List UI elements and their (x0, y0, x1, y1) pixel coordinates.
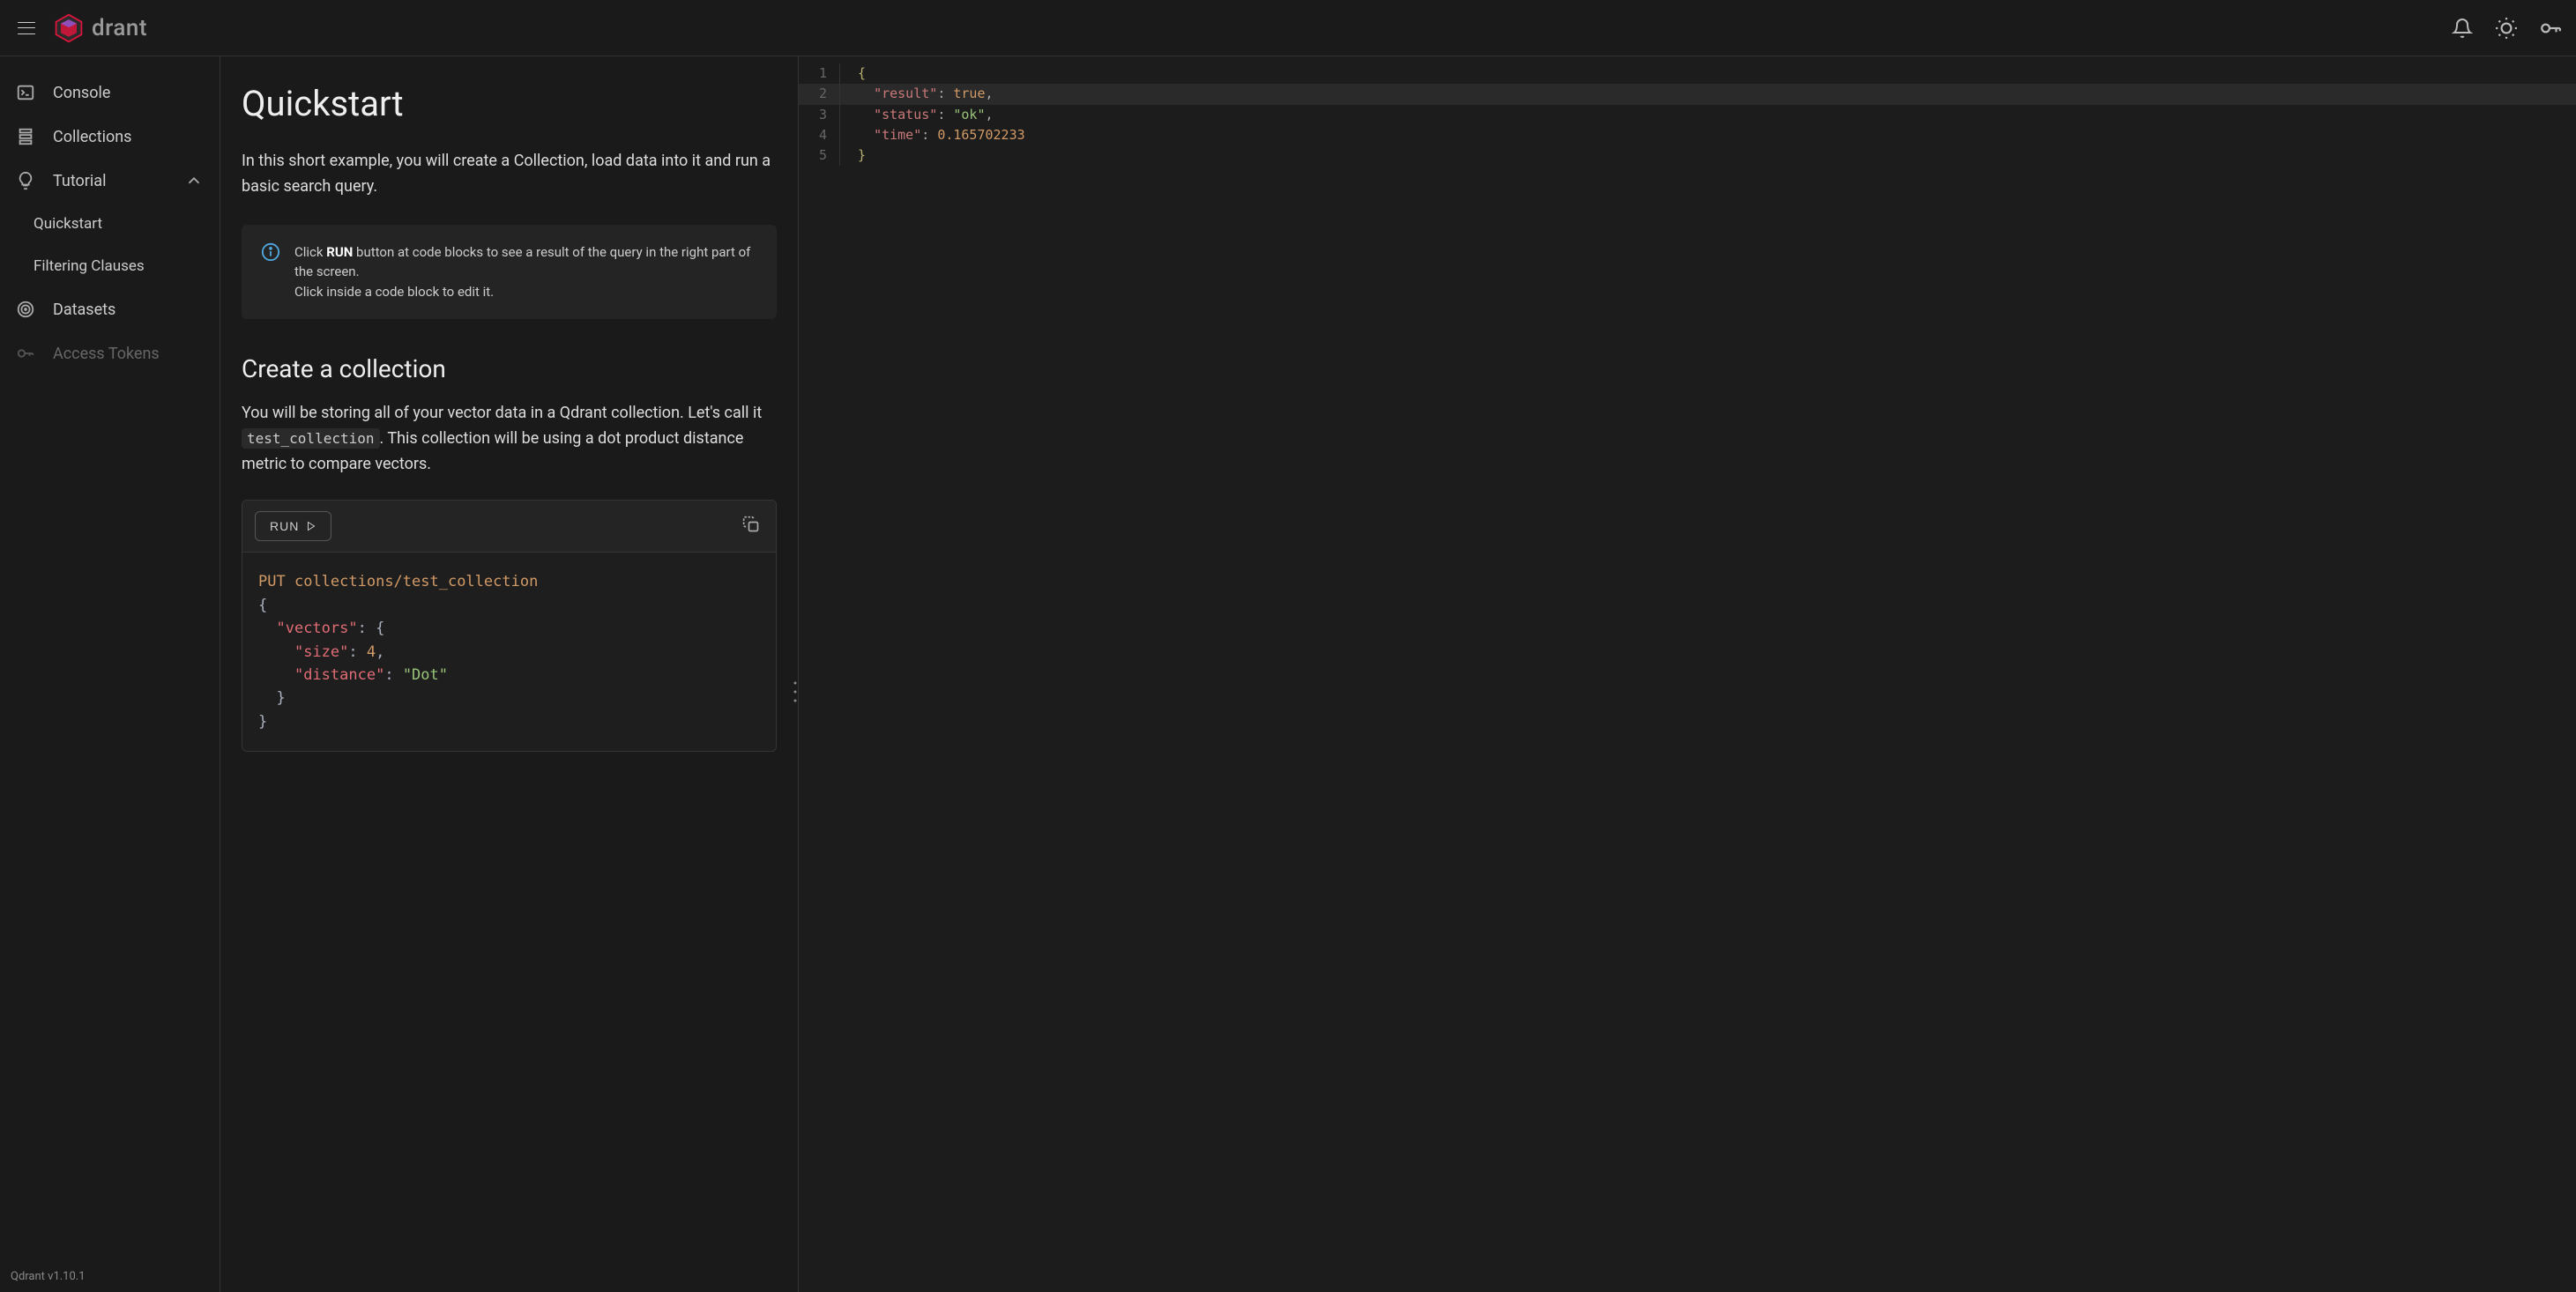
tutorial-pane: Quickstart In this short example, you wi… (220, 56, 799, 1292)
info-run-bold: RUN (326, 244, 353, 260)
code-method: PUT (258, 573, 286, 590)
info-box: Click RUN button at code blocks to see a… (242, 225, 777, 320)
hamburger-menu-icon[interactable] (14, 16, 39, 41)
sidebar: Console Collections Tutorial (0, 56, 220, 1292)
code-toolbar: RUN (242, 501, 776, 553)
splitter-handle-icon[interactable] (793, 674, 799, 709)
sidebar-nav: Console Collections Tutorial (0, 56, 220, 375)
result-brace-close: } (858, 147, 866, 163)
header-right (2451, 17, 2562, 40)
line-number: 5 (799, 145, 839, 166)
result-key-result: "result" (874, 85, 937, 101)
key-icon[interactable] (2539, 17, 2562, 40)
app-header: drant (0, 0, 2576, 56)
code-key-size: "size" (294, 643, 348, 661)
line-number: 2 (799, 84, 839, 104)
terminal-icon (16, 83, 35, 102)
result-key-time: "time" (874, 127, 921, 143)
sidebar-item-label: Datasets (53, 301, 115, 319)
code-key-distance: "distance" (294, 666, 384, 684)
code-brace-open: { (258, 597, 267, 614)
copy-icon (742, 516, 760, 533)
sidebar-subitem-filtering[interactable]: Filtering Clauses (0, 245, 220, 287)
line-number: 4 (799, 125, 839, 145)
inline-code-collection: test_collection (242, 428, 380, 449)
code-url: collections/test_collection (294, 573, 538, 590)
run-button-label: RUN (270, 519, 299, 533)
run-button[interactable]: RUN (255, 511, 331, 541)
result-line-5: 5 } (799, 145, 2576, 166)
sidebar-subitem-quickstart[interactable]: Quickstart (0, 203, 220, 245)
logo[interactable]: drant (53, 12, 147, 44)
sidebar-item-collections[interactable]: Collections (0, 115, 220, 159)
logo-text: drant (92, 15, 147, 41)
collections-icon (16, 127, 35, 146)
line-number: 3 (799, 105, 839, 125)
section-heading-create: Create a collection (242, 354, 777, 383)
result-line-3: 3 "status": "ok", (799, 105, 2576, 125)
section-text: You will be storing all of your vector d… (242, 401, 777, 477)
result-val-status: "ok" (953, 107, 985, 123)
result-pane: 1 { 2 "result": true, 3 "status": "ok", … (799, 56, 2576, 1292)
page-title: Quickstart (242, 83, 777, 124)
line-number: 1 (799, 63, 839, 84)
sidebar-item-datasets[interactable]: Datasets (0, 287, 220, 331)
code-key-vectors: "vectors" (276, 620, 357, 637)
result-val-true: true (953, 85, 985, 101)
code-body[interactable]: PUT collections/test_collection { "vecto… (242, 553, 776, 750)
sidebar-item-label: Console (53, 84, 110, 102)
info-line-2: Click inside a code block to edit it. (294, 284, 494, 300)
qdrant-logo-icon (53, 12, 85, 44)
result-val-time: 0.165702233 (937, 127, 1024, 143)
code-block: RUN PUT collections/test_collection { "v… (242, 500, 777, 751)
info-content: Click RUN button at code blocks to see a… (294, 242, 757, 302)
header-left: drant (14, 12, 147, 44)
theme-toggle-icon[interactable] (2495, 17, 2518, 40)
code-size-val: 4 (367, 643, 376, 661)
result-key-status: "status" (874, 107, 937, 123)
result-line-2: 2 "result": true, (799, 84, 2576, 104)
target-icon (16, 300, 35, 319)
sidebar-item-label: Access Tokens (53, 345, 160, 363)
sidebar-item-label: Collections (53, 128, 131, 146)
info-icon (261, 242, 280, 262)
code-brace-close-inner: } (276, 689, 285, 707)
chevron-up-icon (184, 171, 204, 190)
sidebar-item-console[interactable]: Console (0, 71, 220, 115)
result-brace-open: { (858, 65, 866, 81)
result-line-1: 1 { (799, 63, 2576, 84)
version-label: Qdrant v1.10.1 (0, 1261, 220, 1292)
result-line-4: 4 "time": 0.165702233 (799, 125, 2576, 145)
lightbulb-icon (16, 171, 35, 190)
content-area: Quickstart In this short example, you wi… (220, 56, 2576, 1292)
key-small-icon (16, 344, 35, 363)
info-text-after: button at code blocks to see a result of… (294, 244, 750, 280)
info-text-1: Click (294, 244, 326, 260)
copy-button[interactable] (739, 512, 763, 540)
sidebar-item-access-tokens[interactable]: Access Tokens (0, 331, 220, 375)
play-icon (306, 521, 316, 531)
code-distance-val: "Dot" (403, 666, 448, 684)
sidebar-item-label: Tutorial (53, 172, 106, 190)
notifications-icon[interactable] (2451, 17, 2474, 40)
code-brace-close-outer: } (258, 713, 267, 731)
intro-paragraph: In this short example, you will create a… (242, 149, 777, 200)
main-layout: Console Collections Tutorial (0, 56, 2576, 1292)
section-text-1: You will be storing all of your vector d… (242, 404, 762, 422)
sidebar-item-tutorial[interactable]: Tutorial (0, 159, 220, 203)
